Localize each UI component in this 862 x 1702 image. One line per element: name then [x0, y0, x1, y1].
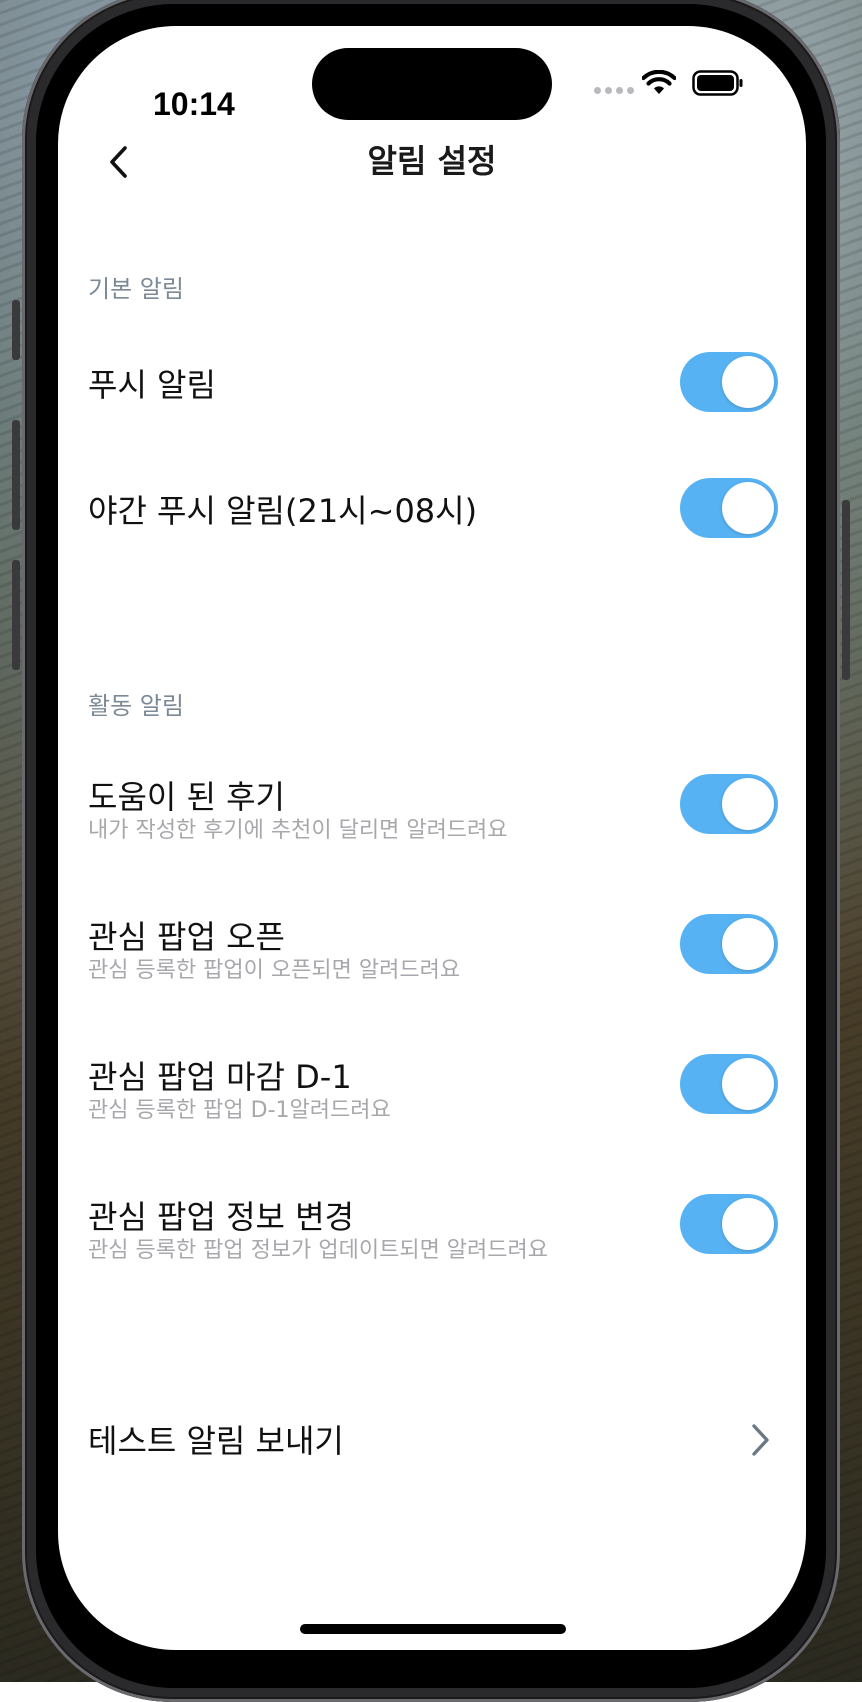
push-notification-toggle[interactable]: [680, 352, 778, 412]
section-header-basic: 기본 알림: [88, 275, 184, 303]
setting-row-push: 푸시 알림: [58, 352, 806, 432]
navigation-bar: 알림 설정: [58, 126, 806, 206]
phone-side-button: [12, 300, 20, 360]
popup-closing-toggle[interactable]: [680, 1054, 778, 1114]
wifi-icon: [642, 70, 676, 94]
phone-volume-down-button: [12, 560, 20, 670]
section-header-activity: 활동 알림: [88, 692, 184, 720]
phone-power-button: [842, 500, 850, 680]
status-time: 10:14: [153, 86, 235, 122]
popup-open-toggle[interactable]: [680, 914, 778, 974]
setting-subtitle: 내가 작성한 후기에 추천이 달리면 알려드려요: [88, 818, 508, 843]
home-indicator[interactable]: [300, 1624, 566, 1634]
test-notification-row[interactable]: 테스트 알림 보내기: [58, 1414, 806, 1474]
setting-title: 야간 푸시 알림(21시~08시): [88, 492, 478, 530]
setting-row-popup-closing: 관심 팝업 마감 D-1 관심 등록한 팝업 D-1알려드려요: [58, 1054, 806, 1144]
cellular-signal-icon: [594, 87, 634, 94]
setting-subtitle: 관심 등록한 팝업 D-1알려드려요: [88, 1098, 391, 1123]
dynamic-island: [312, 48, 552, 120]
chevron-right-icon: [752, 1424, 769, 1456]
setting-row-helpful-review: 도움이 된 후기 내가 작성한 후기에 추천이 달리면 알려드려요: [58, 774, 806, 864]
setting-row-popup-info-change: 관심 팝업 정보 변경 관심 등록한 팝업 정보가 업데이트되면 알려드려요: [58, 1194, 806, 1284]
app-screen: 10:14 알림 설정 기본 알림 푸시 알림 야간 푸시 알림(21시~08시…: [58, 26, 806, 1650]
setting-subtitle: 관심 등록한 팝업이 오픈되면 알려드려요: [88, 958, 461, 983]
battery-icon: [692, 70, 743, 96]
setting-row-night-push: 야간 푸시 알림(21시~08시): [58, 478, 806, 558]
night-push-notification-toggle[interactable]: [680, 478, 778, 538]
phone-volume-up-button: [12, 420, 20, 530]
helpful-review-toggle[interactable]: [680, 774, 778, 834]
setting-title: 푸시 알림: [88, 366, 216, 404]
test-notification-label: 테스트 알림 보내기: [88, 1422, 344, 1460]
page-title: 알림 설정: [367, 142, 497, 180]
setting-subtitle: 관심 등록한 팝업 정보가 업데이트되면 알려드려요: [88, 1238, 549, 1263]
setting-row-popup-open: 관심 팝업 오픈 관심 등록한 팝업이 오픈되면 알려드려요: [58, 914, 806, 1004]
popup-info-change-toggle[interactable]: [680, 1194, 778, 1254]
